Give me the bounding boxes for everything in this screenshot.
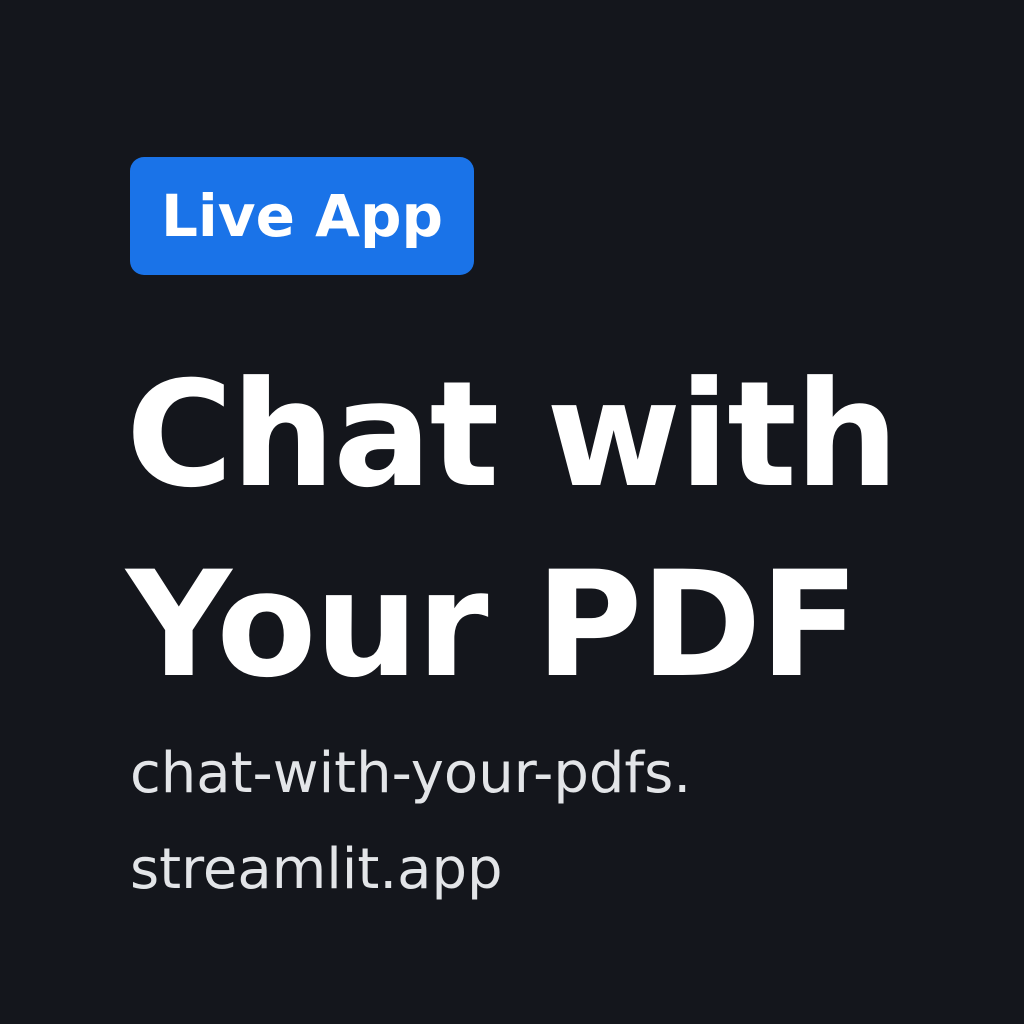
- promo-card: Live App Chat with Your PDF chat-with-yo…: [0, 0, 1024, 1024]
- badge-label: Live App: [160, 182, 444, 250]
- headline: Chat with Your PDF: [126, 340, 1006, 720]
- live-app-badge: Live App: [130, 157, 474, 275]
- app-url-line-2: streamlit.app: [130, 837, 503, 902]
- app-url-line-1: chat-with-your-pdfs.: [130, 741, 692, 806]
- app-url: chat-with-your-pdfs. streamlit.app: [130, 726, 1010, 918]
- headline-line-1: Chat with: [126, 350, 899, 520]
- headline-line-2: Your PDF: [126, 540, 859, 710]
